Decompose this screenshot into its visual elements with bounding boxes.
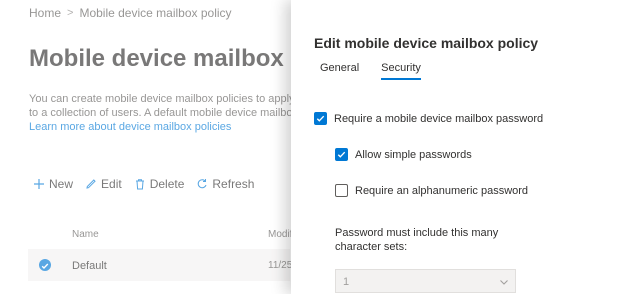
allow-simple-passwords-label: Allow simple passwords: [355, 148, 472, 161]
character-sets-label: Password must include this many characte…: [335, 227, 499, 253]
checkbox-checked-icon[interactable]: [335, 148, 348, 161]
chevron-down-icon: [500, 280, 508, 285]
edit-policy-panel: Edit mobile device mailbox policy Genera…: [291, 0, 639, 294]
panel-backdrop[interactable]: [0, 0, 291, 294]
require-alphanumeric-checkbox[interactable]: Require an alphanumeric password: [335, 184, 528, 197]
require-password-label: Require a mobile device mailbox password: [334, 112, 544, 125]
allow-simple-passwords-checkbox[interactable]: Allow simple passwords: [335, 148, 472, 161]
checkmark-icon: [337, 151, 346, 158]
require-password-checkbox[interactable]: Require a mobile device mailbox password: [314, 112, 543, 125]
checkbox-checked-icon[interactable]: [314, 112, 327, 125]
require-alphanumeric-label: Require an alphanumeric password: [355, 184, 529, 197]
tab-security[interactable]: Security: [381, 62, 421, 80]
tab-general[interactable]: General: [320, 62, 359, 80]
character-sets-value: 1: [343, 276, 350, 288]
character-sets-dropdown[interactable]: 1: [335, 269, 516, 293]
panel-tabs: General Security: [320, 62, 421, 80]
panel-title: Edit mobile device mailbox policy: [314, 35, 539, 51]
checkbox-unchecked-icon[interactable]: [335, 184, 348, 197]
checkmark-icon: [316, 115, 325, 122]
